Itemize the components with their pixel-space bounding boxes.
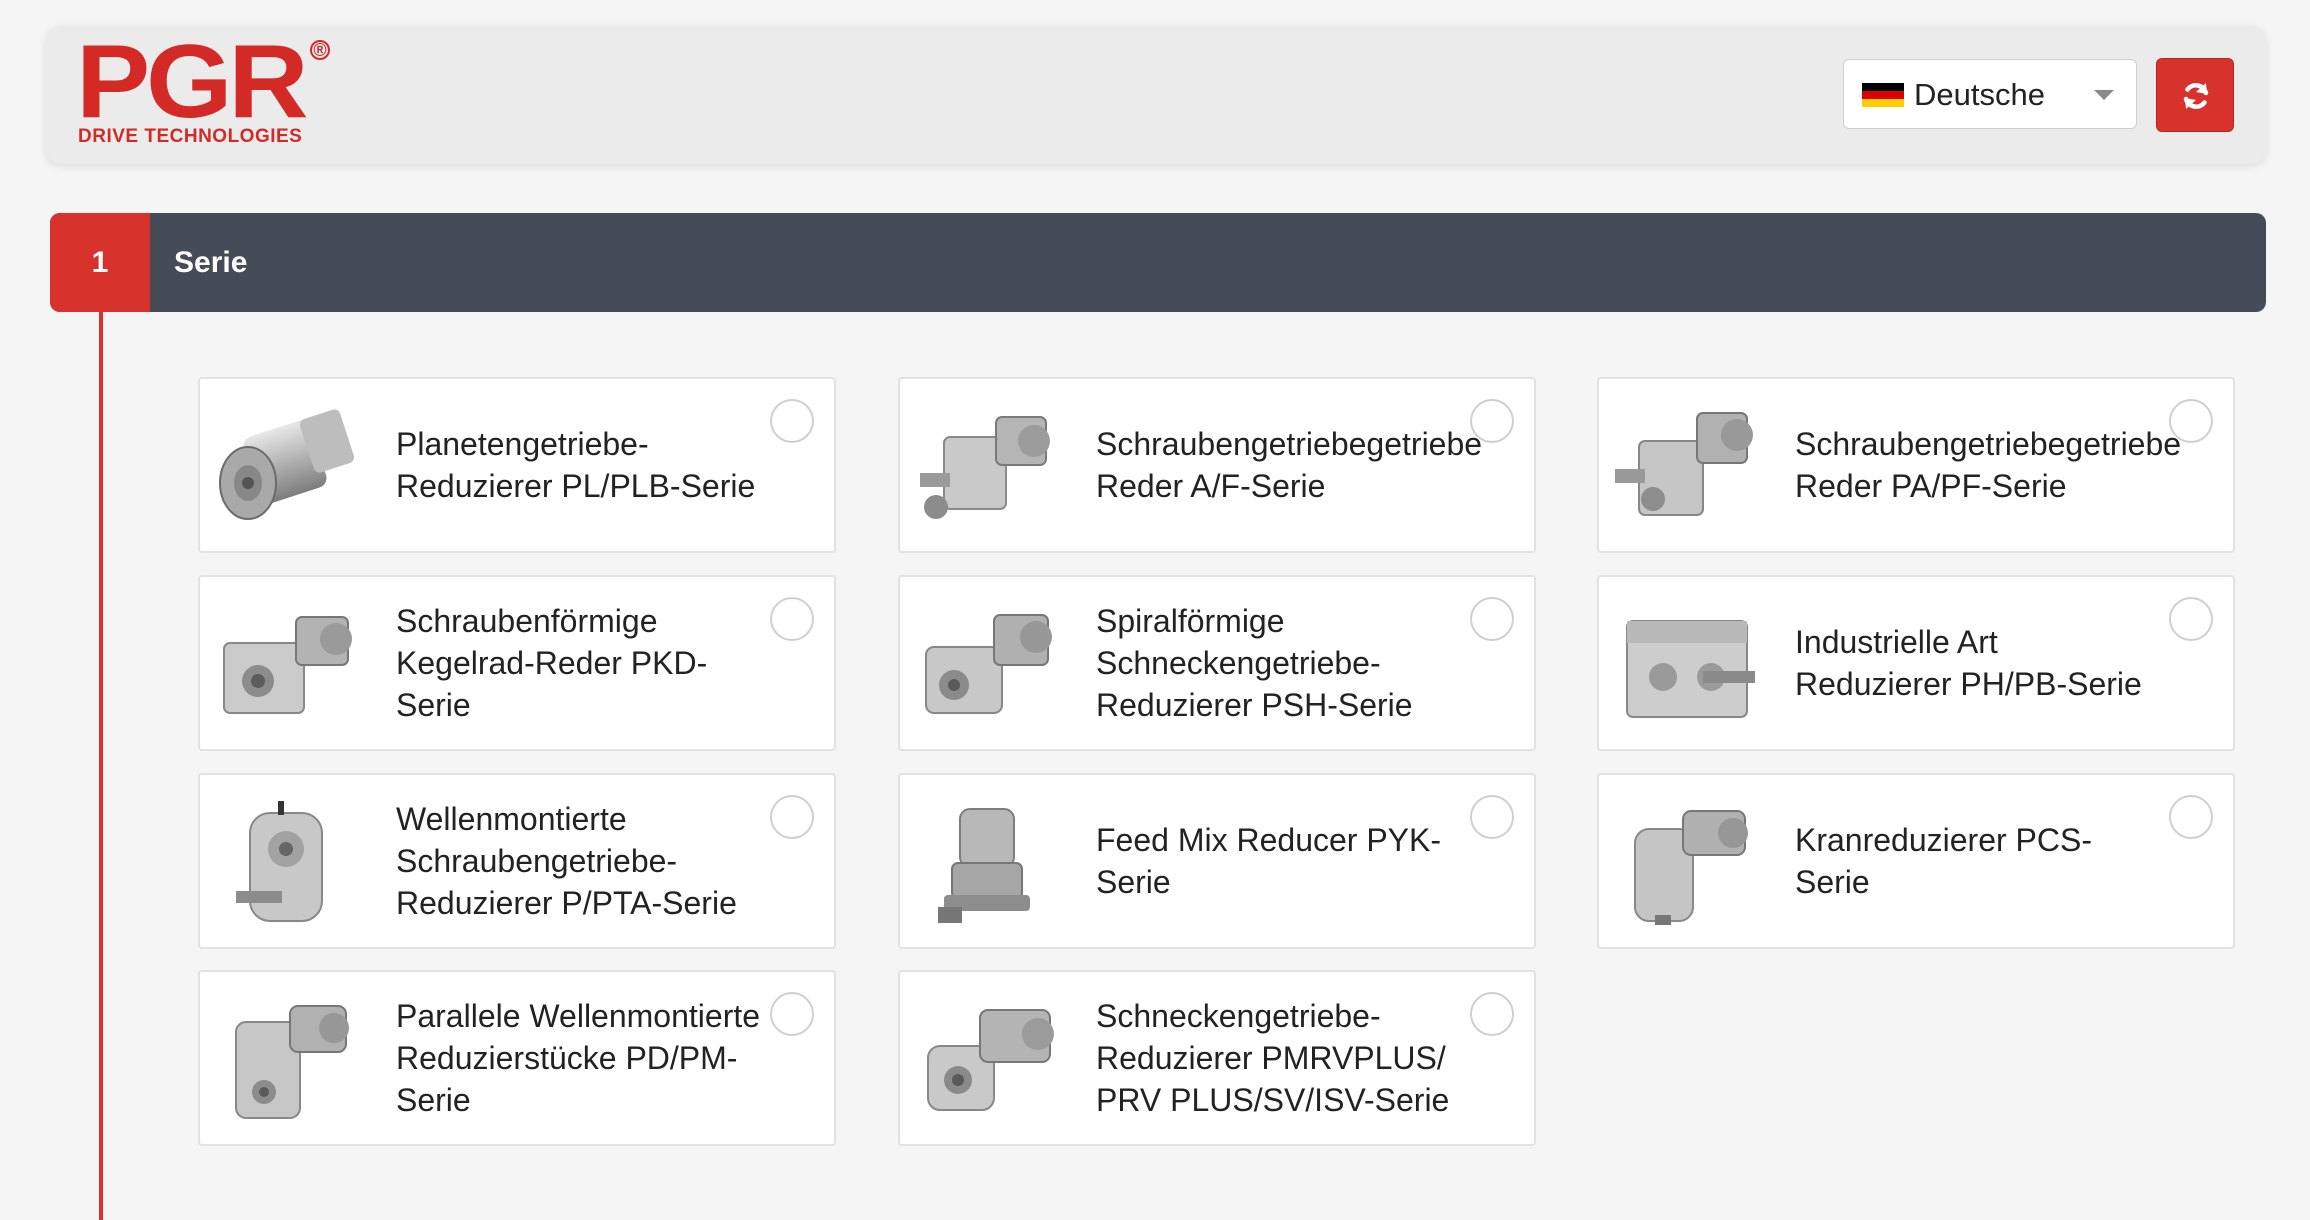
series-label: Schraubengetriebegetriebe Reder PA/PF-Se… xyxy=(1795,426,2182,504)
series-radio[interactable] xyxy=(2169,795,2213,839)
worm-gearbox-image xyxy=(927,1009,1054,1111)
language-label: Deutsche xyxy=(1914,77,2045,112)
pgr-logo[interactable]: PGR ® DRIVE TECHNOLOGIES xyxy=(76,30,336,152)
series-label: Planetengetriebe- Reduzierer PL/PLB-Seri… xyxy=(396,426,756,504)
refresh-button[interactable] xyxy=(2156,58,2234,132)
series-option-pa-pf[interactable]: Schraubengetriebegetriebe Reder PA/PF-Se… xyxy=(1597,377,2235,553)
series-label: Wellenmontierte Schraubengetriebe- Reduz… xyxy=(396,801,737,921)
series-label: Industrielle Art Reduzierer PH/PB-Serie xyxy=(1795,624,2142,702)
series-label: Kranreduzierer PCS- Serie xyxy=(1795,822,2092,900)
chevron-down-icon xyxy=(2094,90,2114,100)
step-number: 1 xyxy=(50,213,150,312)
series-radio[interactable] xyxy=(1470,597,1514,641)
series-radio[interactable] xyxy=(770,992,814,1036)
series-option-ph-pb[interactable]: Industrielle Art Reduzierer PH/PB-Serie xyxy=(1597,575,2235,751)
crane-reducer-image xyxy=(1634,810,1748,925)
series-option-pcs[interactable]: Kranreduzierer PCS- Serie xyxy=(1597,773,2235,949)
series-radio[interactable] xyxy=(1470,399,1514,443)
worm-gearbox-image xyxy=(925,614,1052,714)
series-label: Parallele Wellenmontierte Reduzierstücke… xyxy=(396,998,761,1118)
german-flag-icon xyxy=(1862,83,1904,107)
series-radio[interactable] xyxy=(2169,597,2213,641)
series-option-p-pta[interactable]: Wellenmontierte Schraubengetriebe- Reduz… xyxy=(198,773,836,949)
parallel-shaft-gearbox-image xyxy=(235,1005,349,1119)
series-option-pd-pm[interactable]: Parallele Wellenmontierte Reduzierstücke… xyxy=(198,970,836,1146)
language-select[interactable]: Deutsche xyxy=(1843,59,2137,129)
helical-gearbox-image xyxy=(1615,412,1753,516)
series-radio[interactable] xyxy=(1470,795,1514,839)
logo-text: PGR xyxy=(76,24,309,140)
shaft-mounted-gearbox-image xyxy=(236,801,323,922)
series-option-psh[interactable]: Spiralförmige Schneckengetriebe- Reduzie… xyxy=(898,575,1536,751)
refresh-icon xyxy=(2183,83,2209,109)
feed-mix-reducer-image xyxy=(938,808,1030,923)
series-label: Schraubengetriebegetriebe Reder A/F-Seri… xyxy=(1096,426,1483,504)
series-radio[interactable] xyxy=(1470,992,1514,1036)
step-title: Serie xyxy=(174,246,248,279)
series-radio[interactable] xyxy=(770,399,814,443)
series-label: Schraubenförmige Kegelrad-Reder PKD- Ser… xyxy=(396,603,708,723)
step-header[interactable]: 1 Serie xyxy=(50,213,2266,312)
registered-mark: ® xyxy=(310,40,330,60)
series-radio[interactable] xyxy=(2169,399,2213,443)
series-label: Feed Mix Reducer PYK- Serie xyxy=(1096,822,1442,900)
bevel-gearbox-image xyxy=(223,616,352,714)
series-radio[interactable] xyxy=(770,597,814,641)
series-option-pkd[interactable]: Schraubenförmige Kegelrad-Reder PKD- Ser… xyxy=(198,575,836,751)
helical-gearbox-image xyxy=(920,416,1050,519)
header: PGR ® DRIVE TECHNOLOGIES Deutsche xyxy=(46,26,2266,164)
planetary-gearbox-image xyxy=(219,409,355,520)
series-option-pyk[interactable]: Feed Mix Reducer PYK- Serie xyxy=(898,773,1536,949)
series-option-a-f[interactable]: Schraubengetriebegetriebe Reder A/F-Seri… xyxy=(898,377,1536,553)
series-option-pmrvplus[interactable]: Schneckengetriebe- Reduzierer PMRVPLUS/ … xyxy=(898,970,1536,1146)
step-timeline-line xyxy=(99,312,103,1220)
series-option-pl-plb[interactable]: Planetengetriebe- Reduzierer PL/PLB-Seri… xyxy=(198,377,836,553)
series-label: Schneckengetriebe- Reduzierer PMRVPLUS/ … xyxy=(1096,998,1450,1118)
series-radio[interactable] xyxy=(770,795,814,839)
series-label: Spiralförmige Schneckengetriebe- Reduzie… xyxy=(1096,603,1413,723)
logo-subtitle: DRIVE TECHNOLOGIES xyxy=(78,126,303,147)
industrial-gearbox-image xyxy=(1626,620,1755,718)
